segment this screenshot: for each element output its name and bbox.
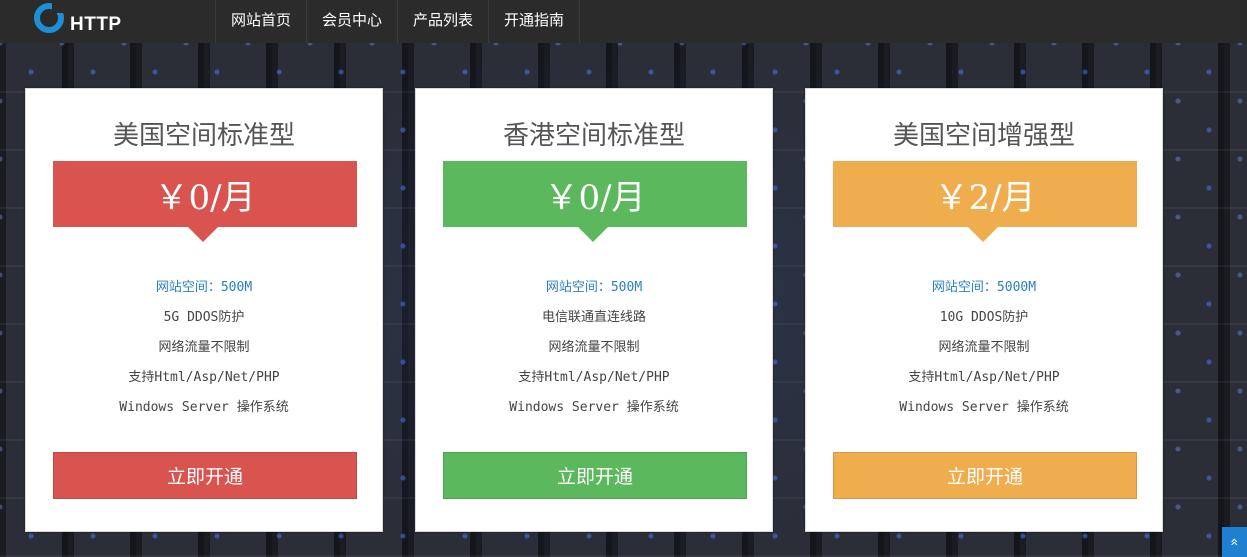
plan-price: ￥0/月 [53,161,357,227]
nav-item-guide[interactable]: 开通指南 [488,0,581,43]
plan-price: ￥0/月 [443,161,747,227]
activate-button[interactable]: 立即开通 [833,452,1137,499]
feature-item: 10G DDOS防护 [939,310,1029,325]
feature-item: Windows Server 操作系统 [899,400,1069,415]
plan-feature-list: 网站空间：5000M 10G DDOS防护 网络流量不限制 支持Html/Asp… [806,278,1162,428]
plan-card-hk-standard: 香港空间标准型 ￥0/月 网站空间：500M 电信联通直连线路 网络流量不限制 … [415,88,773,532]
price-pointer [968,227,998,242]
plan-feature-list: 网站空间：500M 5G DDOS防护 网络流量不限制 支持Html/Asp/N… [26,278,382,428]
logo-text: HTTP [70,14,122,35]
feature-item: 网站空间：500M [155,280,253,295]
price-pointer [578,227,608,242]
nav-item-member-center[interactable]: 会员中心 [306,0,397,43]
scroll-to-top-button[interactable]: » [1222,527,1247,557]
feature-item: 支持Html/Asp/Net/PHP [518,370,670,385]
plan-card-us-enhanced: 美国空间增强型 ￥2/月 网站空间：5000M 10G DDOS防护 网络流量不… [805,88,1163,532]
logo-ring-icon [34,1,66,33]
feature-item: 5G DDOS防护 [163,310,245,325]
activate-button[interactable]: 立即开通 [53,452,357,499]
site-logo[interactable]: HTTP [34,1,122,40]
plan-card-us-standard: 美国空间标准型 ￥0/月 网站空间：500M 5G DDOS防护 网络流量不限制… [25,88,383,532]
feature-item: 网络流量不限制 [158,340,250,355]
feature-item: 网站空间：500M [545,280,643,295]
top-navigation-bar: HTTP 网站首页 会员中心 产品列表 开通指南 [0,0,1247,43]
feature-item: 网络流量不限制 [548,340,640,355]
plan-feature-list: 网站空间：500M 电信联通直连线路 网络流量不限制 支持Html/Asp/Ne… [416,278,772,428]
feature-item: 支持Html/Asp/Net/PHP [908,370,1060,385]
feature-item: 网站空间：5000M [931,280,1037,295]
plan-title: 美国空间增强型 [892,121,1075,151]
double-chevron-up-icon: » [1226,537,1243,547]
plan-price: ￥2/月 [833,161,1137,227]
main-nav: 网站首页 会员中心 产品列表 开通指南 [215,0,581,43]
nav-item-home[interactable]: 网站首页 [215,0,306,43]
plan-title: 美国空间标准型 [112,121,295,151]
feature-item: 网络流量不限制 [938,340,1030,355]
plan-title: 香港空间标准型 [502,121,685,151]
feature-item: 支持Html/Asp/Net/PHP [128,370,280,385]
feature-item: 电信联通直连线路 [541,310,646,325]
price-pointer [188,227,218,242]
activate-button[interactable]: 立即开通 [443,452,747,499]
feature-item: Windows Server 操作系统 [119,400,289,415]
nav-item-product-list[interactable]: 产品列表 [397,0,488,43]
feature-item: Windows Server 操作系统 [509,400,679,415]
